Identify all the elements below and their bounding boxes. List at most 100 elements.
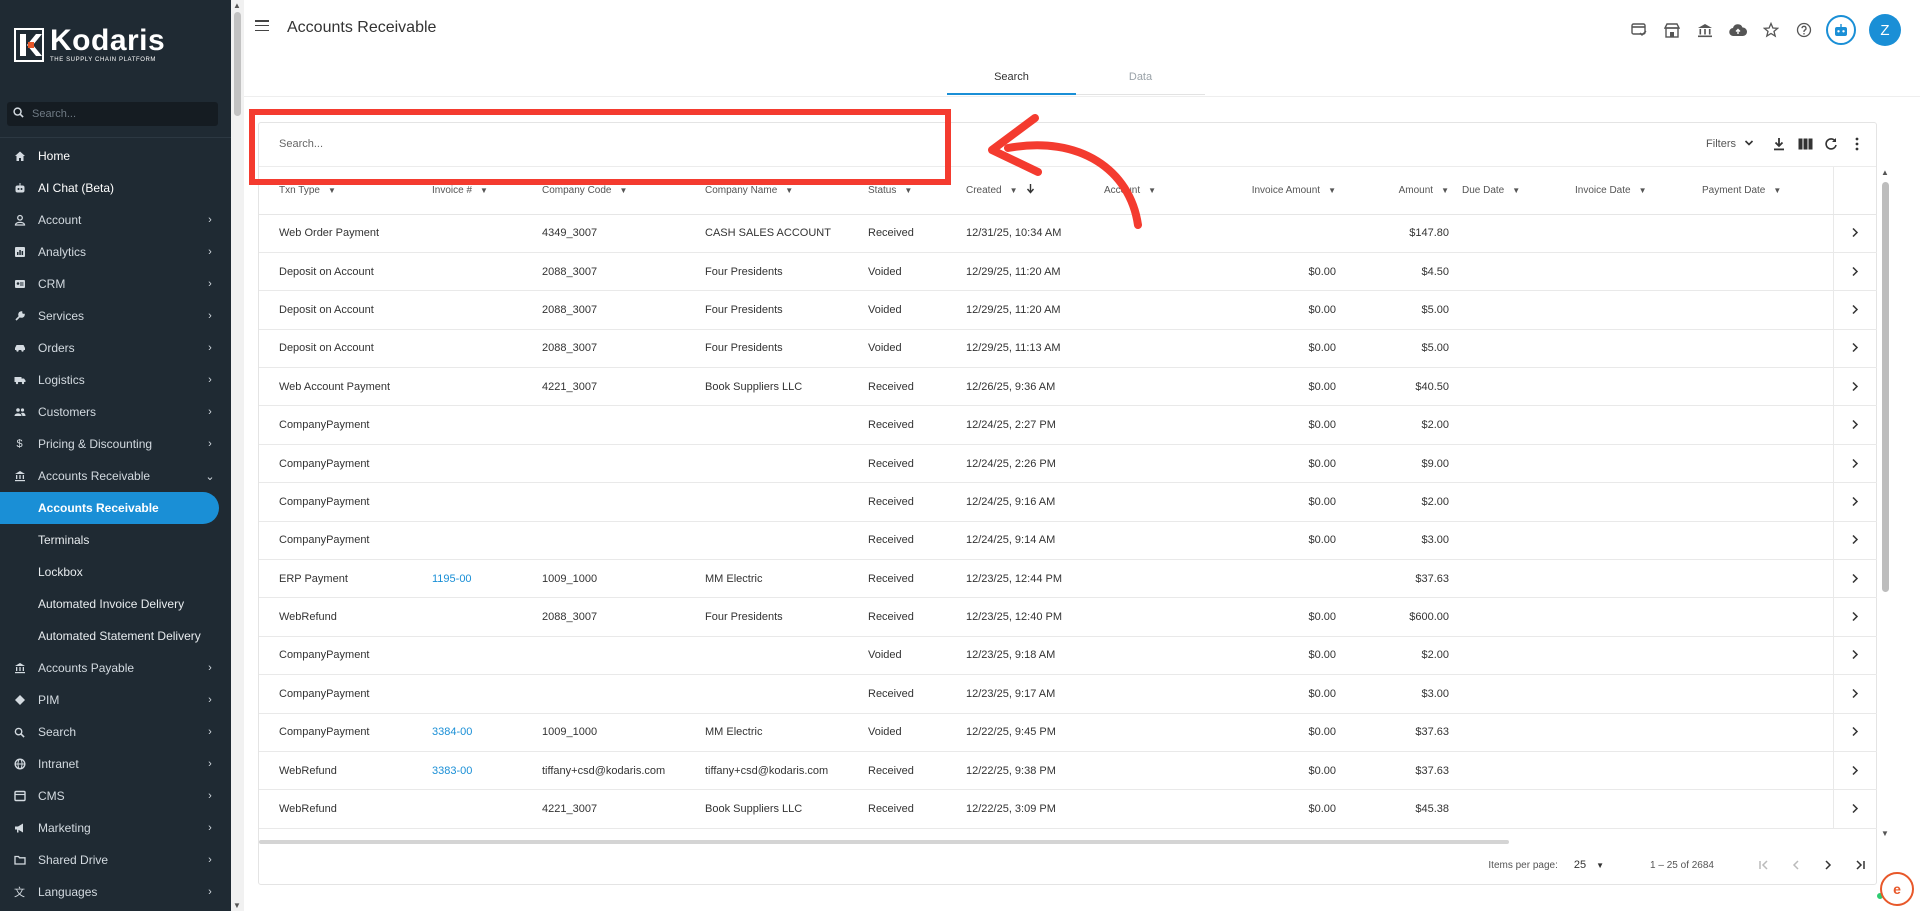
row-detail-chevron-icon[interactable] [1832,636,1877,676]
sidebar-search[interactable] [7,102,218,126]
sidebar-subitem-terminals[interactable]: Terminals [0,524,231,556]
table-row[interactable]: Deposit on Account 2088_3007 Four Presiden… [259,290,1877,330]
refresh-icon[interactable] [1822,135,1840,153]
sidebar-item-shared-drive[interactable]: Shared Drive › [0,844,231,876]
table-scrollbar[interactable]: ▲ ▼ [1880,168,1892,838]
table-row[interactable]: CompanyPayment Received 12/23/25, 9:17 AM $… [259,674,1877,714]
sidebar-search-input[interactable] [32,108,202,120]
bot-icon[interactable] [1826,15,1856,45]
scroll-up-arrow-icon[interactable]: ▲ [233,1,241,10]
scroll-down-arrow-icon[interactable]: ▼ [1881,829,1889,838]
table-row[interactable]: Deposit on Account 2088_3007 Four Presiden… [259,329,1877,369]
table-cell[interactable]: 1195-00 [432,559,542,599]
table-row[interactable]: WebRefund 2088_3007 Four Presidents Receive… [259,597,1877,637]
sidebar-item-pricing[interactable]: $ Pricing & Discounting › [0,428,231,460]
row-detail-chevron-icon[interactable] [1832,751,1877,791]
chat-support-icon[interactable]: e [1880,872,1914,906]
row-detail-chevron-icon[interactable] [1832,252,1877,292]
caret-down-icon[interactable]: ▼ [1639,186,1647,195]
row-detail-chevron-icon[interactable] [1832,405,1877,445]
sidebar-item-marketing[interactable]: Marketing › [0,812,231,844]
column-header[interactable]: Amount ▼ [1336,167,1449,215]
table-row[interactable]: CompanyPayment Received 12/24/25, 2:26 PM $… [259,444,1877,484]
row-detail-chevron-icon[interactable] [1832,521,1877,561]
scrollbar-thumb[interactable] [234,12,241,116]
column-header[interactable]: Payment Date ▼ [1702,167,1833,215]
table-row[interactable]: Deposit on Account 2088_3007 Four Presiden… [259,252,1877,292]
caret-down-icon[interactable]: ▼ [480,186,488,195]
sidebar-item-customers[interactable]: Customers › [0,396,231,428]
storefront-icon[interactable] [1661,19,1683,41]
star-icon[interactable] [1760,19,1782,41]
horizontal-scrollbar[interactable] [259,840,1509,844]
columns-icon[interactable] [1796,135,1814,153]
sidebar-item-orders[interactable]: Orders › [0,332,231,364]
table-row[interactable]: CompanyPayment Received 12/24/25, 9:16 AM $… [259,482,1877,522]
row-detail-chevron-icon[interactable] [1832,789,1877,829]
sidebar-item-pim[interactable]: PIM › [0,684,231,716]
table-row[interactable]: CompanyPayment Received 12/24/25, 9:14 AM $… [259,521,1877,561]
sidebar-item-services[interactable]: Services › [0,300,231,332]
sidebar-subitem-automated-invoice-delivery[interactable]: Automated Invoice Delivery [0,588,231,620]
column-header[interactable]: Invoice Date ▼ [1575,167,1702,215]
caret-down-icon[interactable]: ▼ [1512,186,1520,195]
more-vert-icon[interactable] [1848,135,1866,153]
sidebar-item-account[interactable]: Account › [0,204,231,236]
sidebar-item-ai-chat[interactable]: AI Chat (Beta) [0,172,231,204]
help-icon[interactable] [1793,19,1815,41]
row-detail-chevron-icon[interactable] [1832,367,1877,407]
sidebar-item-intranet[interactable]: Intranet › [0,748,231,780]
row-detail-chevron-icon[interactable] [1832,329,1877,369]
caret-down-icon[interactable]: ▼ [1328,186,1336,195]
sidebar-item-search[interactable]: Search › [0,716,231,748]
previous-page-button[interactable] [1780,850,1812,880]
filters-button[interactable]: Filters [1706,138,1754,150]
sidebar-subitem-accounts-receivable[interactable]: Accounts Receivable [0,492,219,524]
caret-down-icon[interactable]: ▼ [619,186,627,195]
avatar[interactable]: Z [1869,14,1901,46]
card-check-icon[interactable] [1628,19,1650,41]
table-cell[interactable]: 3383-00 [432,751,542,791]
sidebar-item-accounts-receivable[interactable]: Accounts Receivable ⌄ [0,460,231,492]
scroll-up-arrow-icon[interactable]: ▲ [1881,168,1889,177]
sidebar-scrollbar[interactable]: ▲ ▼ [231,0,244,911]
sidebar-item-home[interactable]: Home [0,140,231,172]
table-row[interactable]: WebRefund 4221_3007 Book Suppliers LLC Rece… [259,789,1877,829]
sidebar-subitem-automated-statement-delivery[interactable]: Automated Statement Delivery [0,620,231,652]
row-detail-chevron-icon[interactable] [1832,674,1877,714]
last-page-button[interactable] [1844,850,1876,880]
row-detail-chevron-icon[interactable] [1832,482,1877,522]
table-row[interactable]: CompanyPayment Received 12/24/25, 2:27 PM $… [259,405,1877,445]
caret-down-icon[interactable]: ▼ [1773,186,1781,195]
sidebar-item-logistics[interactable]: Logistics › [0,364,231,396]
tab-search[interactable]: Search [947,60,1076,95]
table-row[interactable]: CompanyPayment Voided 12/23/25, 9:18 AM $0.… [259,636,1877,676]
bank-icon[interactable] [1694,19,1716,41]
table-cell[interactable]: 3384-00 [432,713,542,752]
row-detail-chevron-icon[interactable] [1832,214,1877,253]
cloud-upload-icon[interactable] [1727,19,1749,41]
next-page-button[interactable] [1812,850,1844,880]
sidebar-subitem-lockbox[interactable]: Lockbox [0,556,231,588]
first-page-button[interactable] [1748,850,1780,880]
table-row[interactable]: Web Account Payment 4221_3007 Book Supplie… [259,367,1877,407]
sidebar-item-accounts-payable[interactable]: Accounts Payable › [0,652,231,684]
column-header[interactable]: Invoice Amount ▼ [1211,167,1336,215]
row-detail-chevron-icon[interactable] [1832,597,1877,637]
caret-down-icon[interactable]: ▼ [1441,186,1449,195]
scrollbar-thumb[interactable] [1882,182,1889,592]
menu-icon[interactable] [255,20,269,31]
table-row[interactable]: ERP Payment 1195-00 1009_1000 MM Electric Re… [259,559,1877,599]
tab-data[interactable]: Data [1076,60,1205,95]
caret-down-icon[interactable]: ▼ [785,186,793,195]
table-row[interactable]: WebRefund 3383-00 tiffany+csd@kodaris.com t… [259,751,1877,791]
column-header[interactable]: Due Date ▼ [1462,167,1575,215]
page-size-select[interactable]: 25 ▼ [1574,859,1604,871]
table-row[interactable]: CompanyPayment 3384-00 1009_1000 MM Electri… [259,713,1877,752]
sidebar-item-analytics[interactable]: Analytics › [0,236,231,268]
kodaris-logo[interactable]: Kodaris THE SUPPLY CHAIN PLATFORM [14,26,165,64]
sidebar-item-cms[interactable]: CMS › [0,780,231,812]
download-icon[interactable] [1770,135,1788,153]
row-detail-chevron-icon[interactable] [1832,444,1877,484]
row-detail-chevron-icon[interactable] [1832,713,1877,752]
